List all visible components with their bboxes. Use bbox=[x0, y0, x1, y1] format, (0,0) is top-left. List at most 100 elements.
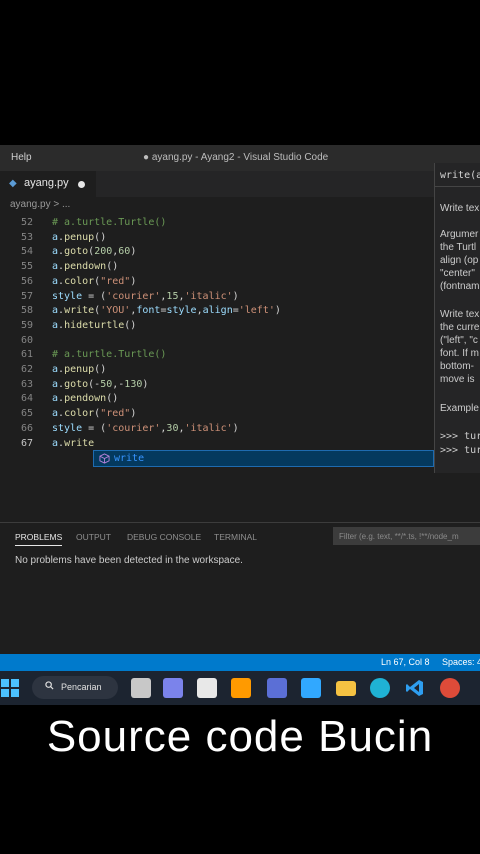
code-text: a.color("red") bbox=[52, 408, 137, 420]
code-line[interactable]: 56 a.color("red") bbox=[0, 276, 434, 290]
powerpoint-icon[interactable] bbox=[267, 678, 287, 698]
code-line[interactable]: 55 a.pendown() bbox=[0, 261, 434, 275]
tab-ayang-py[interactable]: ◆ ayang.py bbox=[0, 171, 96, 197]
hover-doc-text: align (op bbox=[440, 255, 479, 266]
code-text: a.penup() bbox=[52, 231, 107, 243]
vscode-icon[interactable] bbox=[405, 678, 425, 698]
hover-doc-text: move is bbox=[440, 374, 475, 385]
code-editor[interactable]: 52 # a.turtle.Turtle() 53 a.penup() 54 a.goto… bbox=[0, 215, 434, 515]
line-number: 61 bbox=[20, 349, 33, 361]
hover-doc-text: bottom- bbox=[440, 361, 474, 372]
start-icon[interactable] bbox=[0, 678, 20, 698]
search-label: Pencarian bbox=[61, 682, 102, 692]
hover-documentation: write(a Write tex Argumer the Turtl align (… bbox=[434, 163, 480, 473]
hover-doc-text: ("left", "c bbox=[440, 335, 478, 346]
window-title: ● ayang.py - Ayang2 - Visual Studio Code bbox=[143, 152, 329, 163]
code-line[interactable]: 63 a.goto(-50,-130) bbox=[0, 379, 434, 393]
code-text: a.goto(200,60) bbox=[52, 246, 137, 258]
line-number: 63 bbox=[20, 378, 33, 390]
line-number: 57 bbox=[20, 290, 33, 302]
hover-doc-text: Argumer bbox=[440, 229, 479, 240]
python-icon: ◆ bbox=[9, 178, 17, 189]
hover-doc-text: Write tex bbox=[440, 203, 480, 214]
search-icon bbox=[45, 681, 54, 690]
hover-doc-text: the Turtl bbox=[440, 242, 477, 253]
hover-doc-example: >>> tur bbox=[440, 431, 480, 442]
editor-tabs: ◆ ayang.py bbox=[0, 171, 434, 197]
hover-doc-text: the curre bbox=[440, 322, 480, 333]
code-text: a.pendown() bbox=[52, 261, 119, 273]
tab-label: ayang.py bbox=[24, 177, 69, 189]
code-line[interactable]: 61 # a.turtle.Turtle() bbox=[0, 349, 434, 363]
code-line[interactable]: 58 a.write('YOU',font=style,align='left') bbox=[0, 305, 434, 319]
hover-doc-text: Example bbox=[440, 403, 479, 414]
line-number: 64 bbox=[20, 393, 33, 405]
method-cube-icon bbox=[99, 453, 110, 464]
code-text: style = ('courier',30,'italic') bbox=[52, 422, 239, 434]
line-number: 56 bbox=[20, 275, 33, 287]
code-text: # a.turtle.Turtle() bbox=[52, 217, 167, 228]
code-line[interactable]: 52 # a.turtle.Turtle() bbox=[0, 217, 434, 231]
code-line[interactable]: 53 a.penup() bbox=[0, 232, 434, 246]
file-explorer-icon[interactable] bbox=[336, 681, 356, 696]
hover-doc-text: font. If m bbox=[440, 348, 479, 359]
code-line[interactable]: 57 style = ('courier',15,'italic') bbox=[0, 291, 434, 305]
bottom-panel: PROBLEMS OUTPUT DEBUG CONSOLE TERMINAL F… bbox=[0, 522, 480, 655]
line-number: 53 bbox=[20, 231, 33, 243]
menu-help[interactable]: Help bbox=[11, 152, 32, 163]
code-text: # a.turtle.Turtle() bbox=[52, 349, 167, 361]
taskbar-search[interactable]: Pencarian bbox=[32, 676, 118, 699]
hover-signature: write(a bbox=[440, 170, 480, 181]
tab-problems[interactable]: PROBLEMS bbox=[15, 532, 63, 546]
line-number: 62 bbox=[20, 364, 33, 375]
code-line[interactable]: 64 a.pendown() bbox=[0, 393, 434, 407]
line-number: 54 bbox=[20, 246, 33, 258]
tab-debug-console[interactable]: DEBUG CONSOLE bbox=[127, 532, 201, 542]
illustrator-icon[interactable] bbox=[231, 678, 251, 698]
unsaved-dot-icon[interactable] bbox=[78, 181, 85, 188]
suggestion-item[interactable]: write bbox=[93, 450, 434, 467]
status-bar: Ln 67, Col 8 Spaces: 4 bbox=[0, 654, 480, 671]
code-line[interactable]: 62 a.penup() bbox=[0, 364, 434, 378]
line-number: 65 bbox=[20, 408, 33, 420]
code-line[interactable]: 66 style = ('courier',30,'italic') bbox=[0, 423, 434, 437]
code-text: a.write bbox=[52, 437, 95, 449]
code-line[interactable]: 54 a.goto(200,60) bbox=[0, 246, 434, 260]
chrome-icon[interactable] bbox=[440, 678, 460, 698]
line-number: 55 bbox=[20, 261, 33, 273]
code-text: a.goto(-50,-130) bbox=[52, 378, 149, 390]
problems-message: No problems have been detected in the wo… bbox=[15, 555, 243, 566]
code-text: a.color("red") bbox=[52, 275, 137, 287]
indentation-spaces[interactable]: Spaces: 4 bbox=[442, 657, 480, 667]
hover-doc-text: (fontnam bbox=[440, 281, 480, 292]
vscode-window: Help ● ayang.py - Ayang2 - Visual Studio… bbox=[0, 145, 480, 705]
line-number: 67 bbox=[20, 437, 33, 449]
code-text: style = ('courier',15,'italic') bbox=[52, 290, 239, 302]
hover-doc-text: "center" bbox=[440, 268, 475, 279]
code-line[interactable]: 65 a.color("red") bbox=[0, 408, 434, 422]
code-line[interactable]: 59 a.hideturtle() bbox=[0, 320, 434, 334]
breadcrumb[interactable]: ayang.py > ... bbox=[10, 199, 70, 210]
line-number: 66 bbox=[20, 422, 33, 434]
line-number: 60 bbox=[20, 334, 33, 346]
hover-doc-text: Write tex bbox=[440, 309, 480, 320]
store-icon[interactable] bbox=[197, 678, 217, 698]
code-text: a.hideturtle() bbox=[52, 319, 137, 331]
problems-filter-input[interactable]: Filter (e.g. text, **/*.ts, !**/node_m bbox=[333, 527, 480, 545]
code-line[interactable]: 60 bbox=[0, 335, 434, 349]
code-text: a.penup() bbox=[52, 364, 107, 375]
tab-output[interactable]: OUTPUT bbox=[76, 532, 111, 542]
code-text: a.write('YOU',font=style,align='left') bbox=[52, 305, 281, 317]
tab-terminal[interactable]: TERMINAL bbox=[214, 532, 257, 542]
cursor-position[interactable]: Ln 67, Col 8 bbox=[381, 657, 430, 667]
photoshop-icon[interactable] bbox=[301, 678, 321, 698]
windows-taskbar: Pencarian bbox=[0, 671, 480, 705]
suggestion-label: write bbox=[114, 453, 145, 464]
video-caption: Source code Bucin bbox=[46, 712, 434, 761]
code-text: a.pendown() bbox=[52, 393, 119, 405]
teams-icon[interactable] bbox=[163, 678, 183, 698]
hover-divider bbox=[435, 186, 480, 187]
line-number: 58 bbox=[20, 305, 33, 317]
task-view-icon[interactable] bbox=[131, 678, 151, 698]
edge-icon[interactable] bbox=[370, 678, 390, 698]
